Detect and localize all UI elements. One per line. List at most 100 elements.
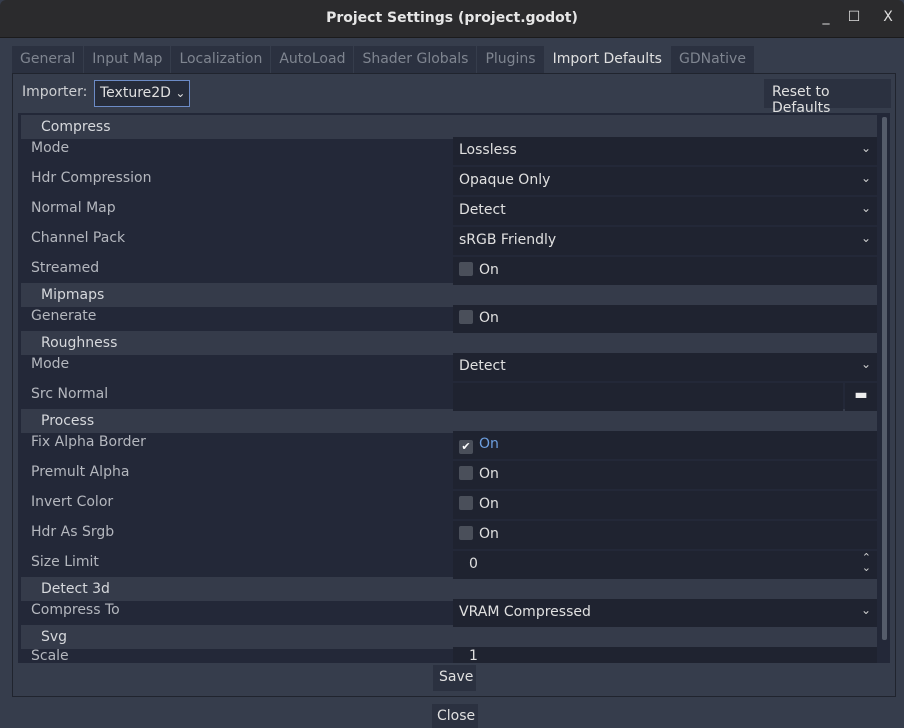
property-label: Premult Alpha — [31, 464, 130, 480]
property-label: Invert Color — [31, 494, 114, 510]
checkbox-icon — [459, 496, 473, 510]
checkbox-label: On — [479, 496, 499, 512]
property-label: Hdr Compression — [31, 170, 152, 186]
tab-import-defaults[interactable]: Import Defaults — [544, 46, 670, 73]
section-roughness[interactable]: Roughness — [21, 331, 877, 355]
scale-spinbox[interactable]: 1 — [453, 647, 877, 663]
tab-localization[interactable]: Localization — [171, 46, 271, 73]
property-label: Mode — [31, 356, 70, 372]
checkbox-label: On — [479, 526, 499, 542]
property-label: Streamed — [31, 260, 100, 276]
property-label: Channel Pack — [31, 230, 126, 246]
inspector-panel: Compress Mode Lossless ⌄ Hdr Compression Op… — [18, 113, 890, 663]
property-channel-pack: Channel Pack sRGB Friendly ⌄ — [21, 227, 877, 255]
checkbox-label: On — [479, 436, 499, 452]
importer-value: Texture2D — [100, 85, 171, 101]
property-fix-alpha-border: Fix Alpha Border ✔ On — [21, 431, 877, 459]
hdr-compression-select[interactable]: Opaque Only ⌄ — [453, 167, 877, 195]
property-compress-mode: Mode Lossless ⌄ — [21, 137, 877, 165]
property-hdr-as-srgb: Hdr As Srgb On — [21, 521, 877, 549]
reset-to-defaults-button[interactable]: Reset to Defaults — [764, 79, 891, 116]
window-title: Project Settings (project.godot) — [326, 10, 578, 26]
property-label: Generate — [31, 308, 97, 324]
select-value: Lossless — [459, 142, 517, 158]
select-value: Opaque Only — [459, 172, 551, 188]
chevron-down-icon: ⌄ — [175, 86, 186, 100]
section-compress[interactable]: Compress — [21, 115, 877, 139]
importer-select[interactable]: Texture2D ⌄ — [94, 80, 190, 107]
property-label: Compress To — [31, 602, 120, 618]
spinbox-value: 1 — [469, 648, 478, 663]
hdr-as-srgb-checkbox[interactable]: On — [453, 521, 877, 549]
checkbox-icon — [459, 526, 473, 540]
property-label: Fix Alpha Border — [31, 434, 146, 450]
select-value: Detect — [459, 358, 506, 374]
importer-label: Importer: — [22, 84, 88, 100]
close-button[interactable]: Close — [432, 704, 478, 728]
property-label: Hdr As Srgb — [31, 524, 115, 540]
property-compress-to: Compress To VRAM Compressed ⌄ — [21, 599, 877, 627]
tab-general[interactable]: General — [12, 46, 84, 73]
generate-checkbox[interactable]: On — [453, 305, 877, 333]
maximize-button[interactable]: ☐ — [844, 9, 864, 25]
tab-autoload[interactable]: AutoLoad — [271, 46, 354, 73]
property-label: Scale — [31, 648, 69, 663]
fix-alpha-border-checkbox[interactable]: ✔ On — [453, 431, 877, 459]
spinner-arrows-icon[interactable]: ⌃ ⌄ — [862, 552, 871, 573]
src-normal-field[interactable] — [453, 383, 843, 411]
save-button[interactable]: Save — [433, 665, 476, 691]
chevron-down-icon: ⌄ — [860, 171, 871, 185]
size-limit-spinbox[interactable]: 0 ⌃ ⌄ — [453, 551, 877, 579]
property-label: Src Normal — [31, 386, 109, 402]
compress-to-select[interactable]: VRAM Compressed ⌄ — [453, 599, 877, 627]
roughness-mode-select[interactable]: Detect ⌄ — [453, 353, 877, 381]
chevron-down-icon: ⌄ — [860, 201, 871, 215]
checkbox-label: On — [479, 262, 499, 278]
spinbox-value: 0 — [469, 556, 478, 572]
chevron-down-icon: ⌄ — [860, 357, 871, 371]
property-roughness-mode: Mode Detect ⌄ — [21, 353, 877, 381]
tab-shader-globals[interactable]: Shader Globals — [354, 46, 477, 73]
tab-input-map[interactable]: Input Map — [84, 46, 171, 73]
checkbox-icon — [459, 262, 473, 276]
property-src-normal: Src Normal ▬ — [21, 383, 877, 411]
property-scale: Scale 1 — [21, 647, 877, 663]
section-mipmaps[interactable]: Mipmaps — [21, 283, 877, 307]
section-detect-3d[interactable]: Detect 3d — [21, 577, 877, 601]
chevron-down-icon: ⌄ — [860, 141, 871, 155]
close-window-button[interactable]: X — [878, 9, 898, 25]
folder-icon[interactable]: ▬ — [845, 383, 877, 411]
checkmark-icon: ✔ — [459, 440, 473, 454]
channel-pack-select[interactable]: sRGB Friendly ⌄ — [453, 227, 877, 255]
tab-bar: General Input Map Localization AutoLoad … — [12, 46, 755, 73]
checkbox-icon — [459, 310, 473, 324]
premult-alpha-checkbox[interactable]: On — [453, 461, 877, 489]
property-streamed: Streamed On — [21, 257, 877, 285]
tab-plugins[interactable]: Plugins — [477, 46, 544, 73]
checkbox-label: On — [479, 310, 499, 326]
property-label: Normal Map — [31, 200, 116, 216]
property-size-limit: Size Limit 0 ⌃ ⌄ — [21, 551, 877, 579]
invert-color-checkbox[interactable]: On — [453, 491, 877, 519]
select-value: VRAM Compressed — [459, 604, 591, 620]
property-label: Mode — [31, 140, 70, 156]
property-normal-map: Normal Map Detect ⌄ — [21, 197, 877, 225]
normal-map-select[interactable]: Detect ⌄ — [453, 197, 877, 225]
chevron-down-icon: ⌄ — [860, 603, 871, 617]
vertical-scrollbar[interactable] — [882, 117, 887, 640]
property-hdr-compression: Hdr Compression Opaque Only ⌄ — [21, 167, 877, 195]
select-value: sRGB Friendly — [459, 232, 557, 248]
compress-mode-select[interactable]: Lossless ⌄ — [453, 137, 877, 165]
tab-gdnative[interactable]: GDNative — [670, 46, 754, 73]
title-bar: Project Settings (project.godot) _ ☐ X — [0, 0, 904, 38]
checkbox-label: On — [479, 466, 499, 482]
property-label: Size Limit — [31, 554, 99, 570]
select-value: Detect — [459, 202, 506, 218]
checkbox-icon — [459, 466, 473, 480]
property-premult-alpha: Premult Alpha On — [21, 461, 877, 489]
chevron-down-icon: ⌄ — [860, 231, 871, 245]
section-svg[interactable]: Svg — [21, 625, 877, 649]
streamed-checkbox[interactable]: On — [453, 257, 877, 285]
section-process[interactable]: Process — [21, 409, 877, 433]
minimize-button[interactable]: _ — [816, 9, 836, 25]
